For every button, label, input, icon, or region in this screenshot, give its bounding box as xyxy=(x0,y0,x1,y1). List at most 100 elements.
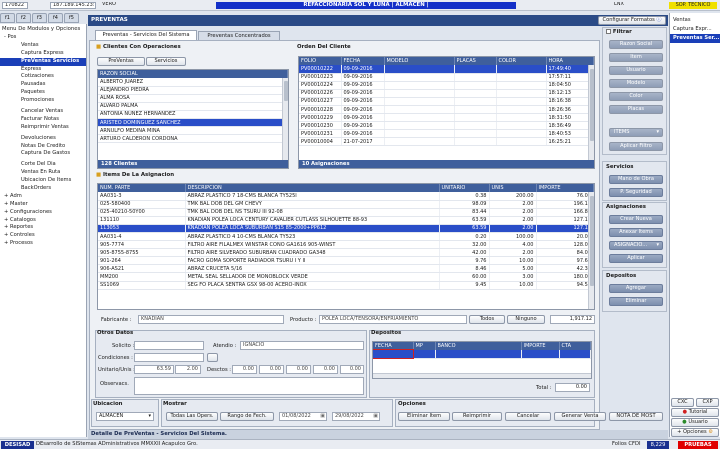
list-item[interactable]: ARTURO CALDERON CORDONA xyxy=(98,134,288,144)
tab-f5[interactable]: f5 xyxy=(64,13,79,23)
menu-adm[interactable]: + Adm xyxy=(0,193,86,201)
descto-field-2[interactable]: 0.00 xyxy=(259,365,284,374)
tab-f3[interactable]: f3 xyxy=(32,13,47,23)
table-row[interactable]: PV00010229 09-09-2016 18:31:50 xyxy=(299,113,594,123)
filter-usuario-button[interactable]: Usuario xyxy=(609,66,663,75)
rango-fechas-button[interactable]: Rango de Fech. xyxy=(220,412,274,421)
col-descripcion[interactable]: DESCRIPCION xyxy=(185,184,440,192)
descto-field-1[interactable]: 0.00 xyxy=(232,365,257,374)
calendar-icon[interactable]: ▣ xyxy=(373,413,378,420)
menu-devoluciones[interactable]: Devoluciones xyxy=(0,135,86,143)
list-item[interactable]: ALVARO PALMA xyxy=(98,102,288,111)
table-row-selected[interactable] xyxy=(373,348,591,360)
solicito-field[interactable] xyxy=(134,341,204,350)
menu-paquetes[interactable]: Paquetes xyxy=(0,89,86,97)
usuario-button[interactable]: ● Usuario xyxy=(671,418,719,427)
table-row[interactable]: PV00010227 09-09-2016 18:16:38 xyxy=(299,97,594,106)
fecha-hasta-field[interactable]: 29/08/2022 ▣ xyxy=(332,412,380,421)
configurar-formatos-button[interactable]: Configurar Formatos ⓘ xyxy=(598,16,666,25)
table-row[interactable]: PV00010228 09-09-2016 18:26:36 xyxy=(299,105,594,115)
menu-ubicacion-items[interactable]: Ubicacion De Items xyxy=(0,177,86,185)
opciones-menu-button[interactable]: + Opciones ⚙ xyxy=(671,428,719,437)
list-item[interactable]: ANTONIA NUÑEZ HERNANDEZ xyxy=(98,110,288,119)
col-fecha[interactable]: FECHA xyxy=(341,57,385,65)
eliminar-item-button[interactable]: Eliminar Item xyxy=(398,412,450,421)
calendar-icon[interactable]: ▣ xyxy=(320,413,325,420)
cxp-button[interactable]: CXP xyxy=(696,398,719,407)
cancelar-button[interactable]: Cancelar xyxy=(505,412,551,421)
menu-facturar-notas[interactable]: Facturar Notas xyxy=(0,116,86,124)
depositos-hscrollbar[interactable] xyxy=(373,373,591,378)
agregar-button[interactable]: Agregar xyxy=(609,284,663,293)
list-item-selected[interactable]: ARISTEO DOMINGUEZ SANCHEZ xyxy=(98,118,288,128)
atendio-field[interactable]: IGNACIO xyxy=(240,341,364,350)
menu-ventas-ruta[interactable]: Ventas En Ruta xyxy=(0,169,86,177)
cxc-button[interactable]: CXC xyxy=(671,398,694,407)
observaciones-field[interactable] xyxy=(134,377,364,395)
col-unis[interactable]: UNIS xyxy=(489,184,537,192)
table-row[interactable]: AA031-4 ABRAZ PLASTICO 4 10-CMS BLANCA TY… xyxy=(98,232,594,242)
menu-reimprimir-ventas[interactable]: Reimprimir Ventas xyxy=(0,124,86,132)
aplicar-button[interactable]: Aplicar xyxy=(609,254,663,263)
tab-f1[interactable]: f1 xyxy=(0,13,15,23)
table-row[interactable]: 905-7774 FILTRO AIRE FILALMEX WINSTAR CON… xyxy=(98,240,594,250)
fecha-desde-field[interactable]: 01/08/2022 ▣ xyxy=(279,412,327,421)
menu-backorders[interactable]: BackOrders xyxy=(0,185,86,193)
anexar-items-button[interactable]: Anexar Items xyxy=(609,228,663,237)
table-row[interactable]: 025-40210-50Y00 TMK BAL DOB DEL NS TSURU … xyxy=(98,208,594,217)
col-hora[interactable]: HORA xyxy=(546,57,594,65)
condiciones-button[interactable] xyxy=(207,353,218,362)
table-row[interactable]: PV00010226 09-09-2016 18:12:13 xyxy=(299,89,594,98)
tab-f2[interactable]: f2 xyxy=(16,13,31,23)
servicios-button[interactable]: Servicios xyxy=(146,57,186,66)
col-num-parte[interactable]: NUM. PARTE xyxy=(98,184,186,192)
menu-reportes[interactable]: + Reportes xyxy=(0,224,86,232)
col-fecha-dep[interactable]: FECHA xyxy=(373,342,414,350)
fabricante-field[interactable]: KNADIAN xyxy=(138,315,284,324)
col-razon-social[interactable]: RAZON SOCIAL xyxy=(98,70,288,78)
table-row[interactable]: MM200 METAL SEAL SELLADOR DE MONOBLOCK VE… xyxy=(98,272,594,282)
tab-preventas-concentrados[interactable]: Preventas Concentrados xyxy=(198,31,280,40)
col-modelo[interactable]: MODELO xyxy=(384,57,455,65)
support-button[interactable]: SOP. TECNICO xyxy=(669,2,717,9)
condiciones-field[interactable] xyxy=(134,353,204,362)
ubicacion-select[interactable]: ALMACEN ▾ xyxy=(96,412,154,421)
menu-express[interactable]: Express xyxy=(0,66,86,74)
items-dropdown[interactable]: ITEMS ▾ xyxy=(609,128,663,137)
reimprimir-button[interactable]: Reimprimir xyxy=(452,412,502,421)
filter-modelo-button[interactable]: Modelo xyxy=(609,79,663,88)
eliminar-button[interactable]: Eliminar xyxy=(609,297,663,306)
ninguno-button[interactable]: Ninguno xyxy=(507,315,545,324)
menu-notas-credito[interactable]: Notas De Credito xyxy=(0,143,86,151)
menu-controles[interactable]: + Controles xyxy=(0,232,86,240)
menu-promociones[interactable]: Promociones xyxy=(0,97,86,105)
tutorial-button[interactable]: ● Tutorial xyxy=(671,408,719,417)
col-mp[interactable]: MP xyxy=(413,342,436,350)
tab-f4[interactable]: f4 xyxy=(48,13,63,23)
checkbox-icon[interactable] xyxy=(606,29,611,34)
items-scrollbar[interactable] xyxy=(588,192,594,309)
mano-de-obra-button[interactable]: Mano de Obra xyxy=(609,175,663,184)
filter-razon-social-button[interactable]: Razon Social xyxy=(609,40,663,49)
producto-field[interactable]: POLEA LOCA/TENSORA/ENFRIAMIENTO xyxy=(319,315,467,324)
filter-placas-button[interactable]: Placas xyxy=(609,105,663,114)
list-item[interactable]: ARNULFO MEDINA MINA xyxy=(98,126,288,136)
menu-catalogos[interactable]: + Catalogos xyxy=(0,217,86,225)
table-row[interactable]: 905-8755-8755 FILTRO AIRE SILVERADO SUBUR… xyxy=(98,248,594,258)
unitario-field[interactable]: 63.59 xyxy=(134,365,174,374)
menu-configuraciones[interactable]: + Configuraciones xyxy=(0,209,86,217)
table-row[interactable]: PV00010223 09-09-2016 17:57:11 xyxy=(299,73,594,82)
table-row-selected[interactable]: PV00010222 09-09-2016 17:49:40 xyxy=(299,65,594,74)
table-row[interactable]: 131110 KNADIAN POLEA LOCA CENTURY CAVALIE… xyxy=(98,216,594,225)
menu-cancelar-ventas[interactable]: Cancelar Ventas xyxy=(0,108,86,116)
crear-nueva-button[interactable]: Crear Nueva xyxy=(609,215,663,224)
clientes-scrollbar[interactable] xyxy=(282,78,288,161)
col-placas[interactable]: PLACAS xyxy=(454,57,497,65)
preventas-button[interactable]: PreVentas xyxy=(97,57,145,66)
todos-button[interactable]: Todos xyxy=(469,315,505,324)
menu-captura-express[interactable]: Captura Express xyxy=(0,50,86,58)
menu-pos[interactable]: - Pos xyxy=(0,34,86,42)
table-row[interactable]: 025-580400 TMK BAL DOB DEL GM CHEVY 98.09 2… xyxy=(98,200,594,209)
table-row[interactable]: PV00010224 09-09-2016 18:04:50 xyxy=(299,81,594,90)
generar-venta-button[interactable]: Generar Venta xyxy=(554,412,606,421)
